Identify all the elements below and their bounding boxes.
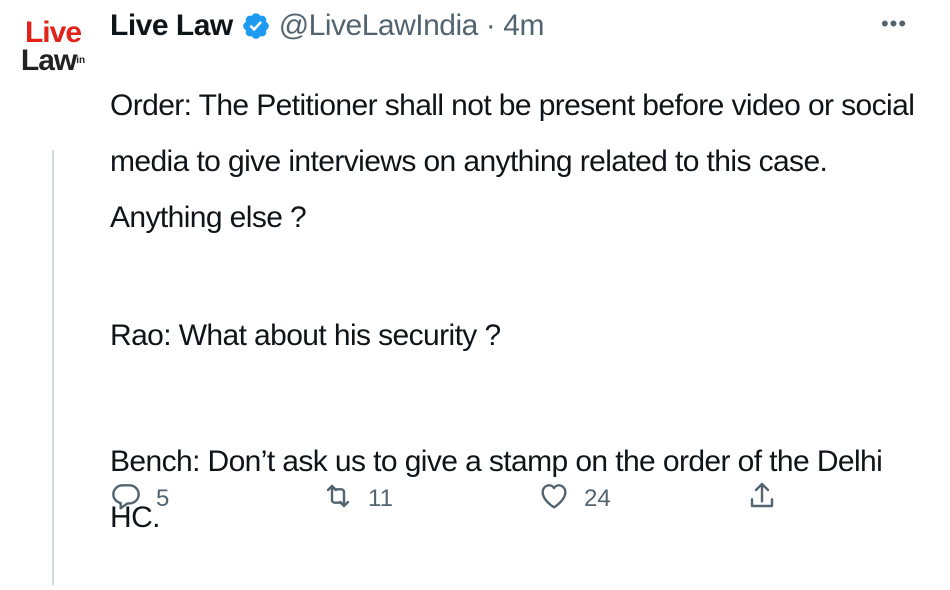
tweet-paragraph: Rao: What about his security ?	[110, 319, 501, 352]
avatar[interactable]: Live Lawin	[14, 8, 92, 126]
retweet-button[interactable]: 11	[322, 474, 393, 524]
tweet-paragraph: Order: The Petitioner shall not be prese…	[110, 89, 915, 234]
tweet[interactable]: Live Lawin Live Law @LiveLawIndia · 4m •…	[0, 0, 950, 590]
avatar-logo-bottom: Lawin	[21, 46, 86, 76]
verified-badge-icon	[241, 11, 271, 41]
avatar-logo-bottom-text: Law	[20, 44, 77, 77]
heart-icon	[538, 480, 570, 519]
share-button[interactable]	[746, 474, 778, 524]
timestamp[interactable]: 4m	[503, 9, 544, 43]
tweet-actions: 5 11 24	[110, 474, 830, 524]
reply-icon	[110, 480, 142, 519]
reply-count: 5	[156, 485, 170, 512]
tweet-header: Live Law @LiveLawIndia · 4m	[110, 6, 544, 46]
retweet-icon	[322, 480, 354, 519]
separator: ·	[485, 9, 496, 42]
like-button[interactable]: 24	[538, 474, 611, 524]
display-name[interactable]: Live Law	[110, 9, 233, 43]
avatar-logo-suffix: in	[76, 55, 86, 66]
share-icon	[746, 480, 778, 519]
thread-line	[52, 150, 54, 585]
reply-button[interactable]: 5	[110, 474, 169, 524]
handle[interactable]: @LiveLawIndia	[279, 9, 479, 43]
retweet-count: 11	[368, 485, 393, 512]
more-icon[interactable]: •••	[876, 10, 912, 38]
like-count: 24	[584, 485, 611, 512]
